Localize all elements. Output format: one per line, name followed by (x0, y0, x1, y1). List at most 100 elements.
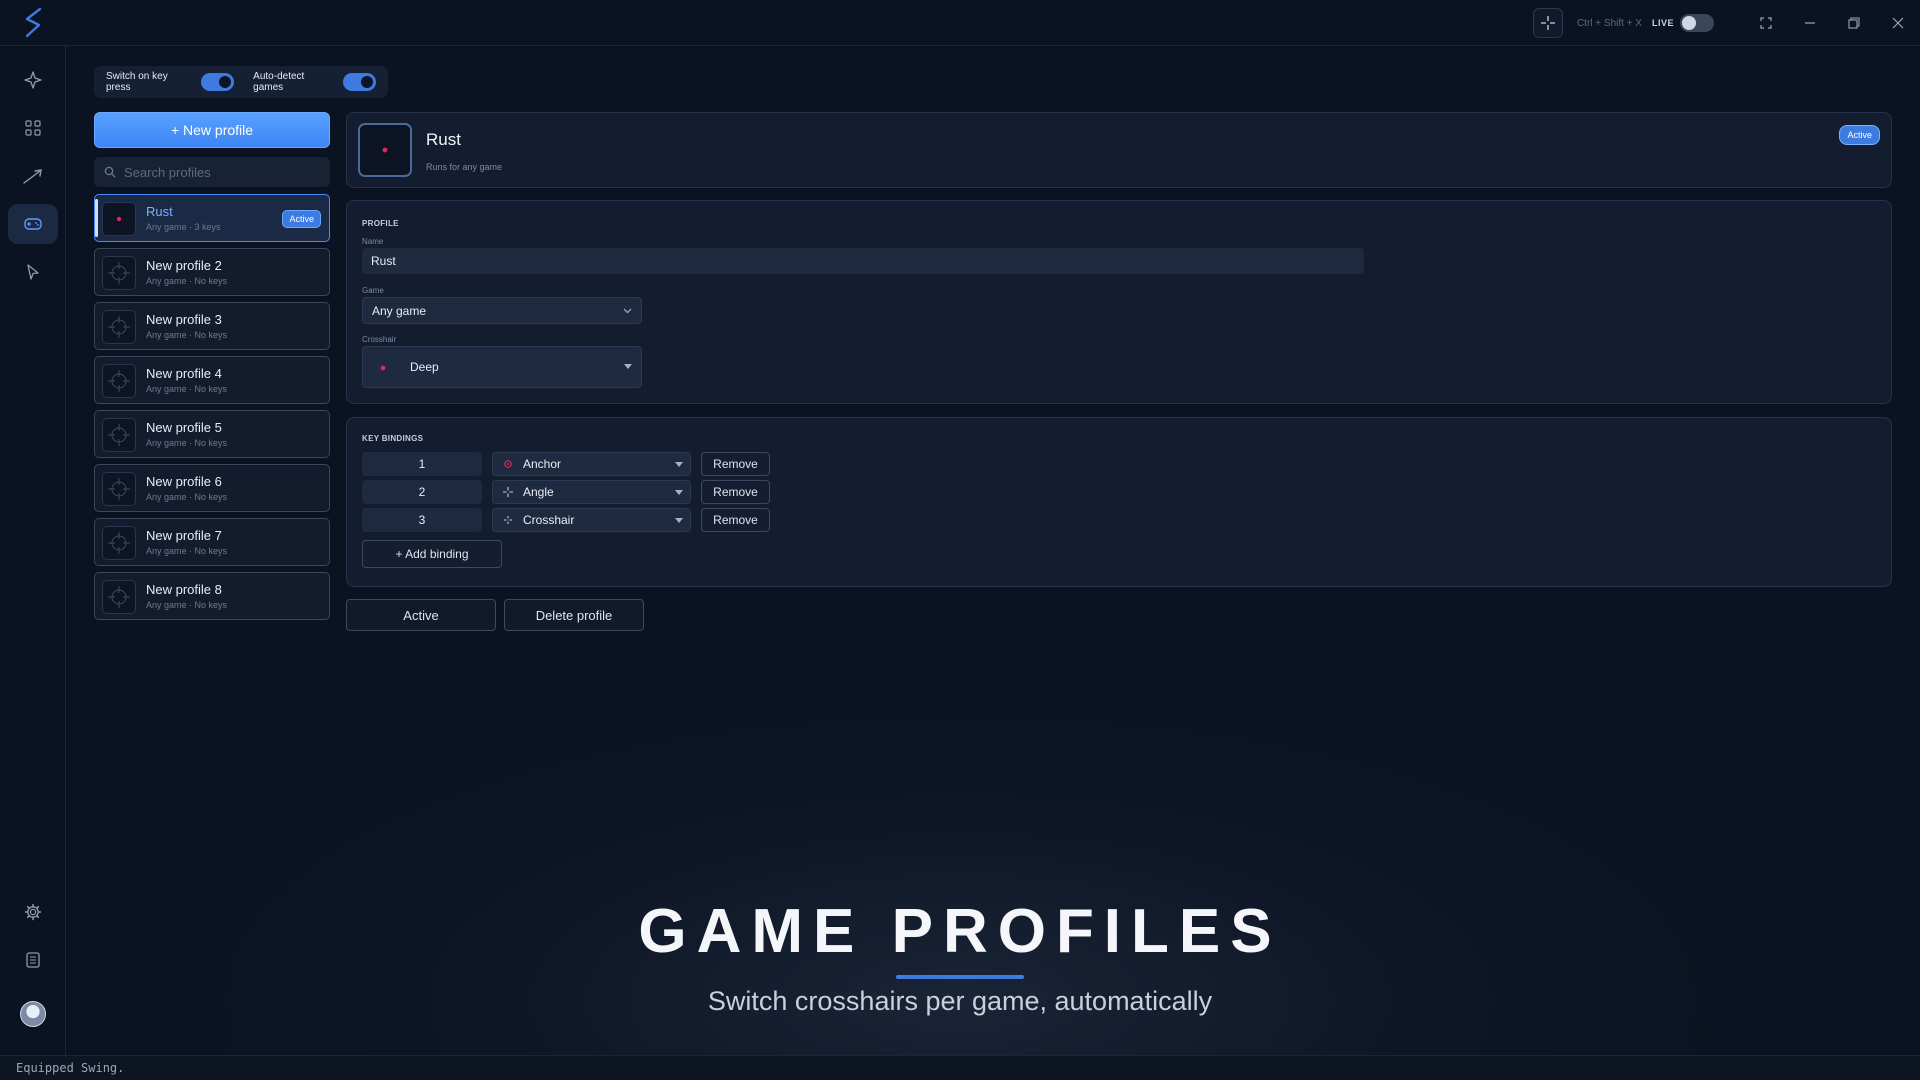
crosshair-placeholder-icon (102, 580, 136, 614)
live-toggle[interactable] (1680, 14, 1714, 32)
crosshair-placeholder-icon (102, 256, 136, 290)
anchor-crosshair-icon (504, 460, 512, 468)
remove-button[interactable]: Remove (701, 480, 770, 504)
name-field[interactable] (362, 248, 1364, 274)
chevron-down-icon (623, 308, 632, 313)
auto-detect-toggle[interactable] (342, 73, 376, 91)
binding-key[interactable]: 1 (362, 452, 482, 476)
grid-icon[interactable] (8, 108, 58, 148)
crosshair-placeholder-icon (102, 472, 136, 506)
profile-name: New profile 5 (146, 420, 222, 435)
search-input[interactable] (124, 164, 314, 180)
binding-crosshair-value: Crosshair (523, 513, 575, 527)
crosshair-placeholder-icon (102, 418, 136, 452)
binding-crosshair-select[interactable]: Anchor (492, 452, 691, 476)
crosshair-placeholder-icon (102, 526, 136, 560)
crosshair-select[interactable]: Deep (362, 346, 642, 388)
profile-meta: Any game · No keys (146, 276, 228, 286)
key-bindings-panel: KEY BINDINGS 1 Anchor Remove 2 Angle Rem… (346, 417, 1892, 587)
profile-meta: Any game · No keys (146, 492, 228, 502)
restore-icon[interactable] (1832, 0, 1876, 46)
remove-button[interactable]: Remove (701, 508, 770, 532)
hero-underline (896, 975, 1024, 979)
profile-meta: Any game · No keys (146, 330, 228, 340)
crosshair-dot-icon (380, 365, 386, 371)
profile-card[interactable]: New profile 8 Any game · No keys (94, 572, 330, 620)
gamepad-icon[interactable] (8, 204, 58, 244)
profile-settings-panel: PROFILE Name Game Any game Crosshair Dee… (346, 200, 1892, 404)
remove-button[interactable]: Remove (701, 452, 770, 476)
active-badge: Active (282, 210, 321, 228)
live-label: LIVE (1651, 18, 1674, 28)
search-box (94, 157, 330, 187)
name-label: Name (362, 237, 384, 246)
profile-meta: Any game · No keys (146, 384, 228, 394)
profile-card-rust[interactable]: Rust Any game · 3 keys Active (94, 194, 330, 242)
profile-list: Rust Any game · 3 keys Active New profil… (94, 194, 330, 626)
profile-meta: Any game · No keys (146, 438, 228, 448)
delete-profile-button[interactable]: Delete profile (504, 599, 644, 631)
profile-name: New profile 3 (146, 312, 222, 327)
status-bar: Equipped Swing. (0, 1055, 1920, 1080)
switch-on-key-toggle[interactable] (200, 73, 234, 91)
crosshair-icon[interactable] (1532, 8, 1563, 38)
hero-title: GAME PROFILES (638, 897, 1282, 966)
title-bar: Ctrl + Shift + X LIVE (0, 0, 1920, 46)
fullscreen-icon[interactable] (1744, 0, 1788, 46)
profile-name: New profile 7 (146, 528, 222, 543)
app-window: Ctrl + Shift + X LIVE Switch on key pres… (0, 0, 1920, 1080)
switch-on-key-label: Switch on key press (106, 71, 168, 93)
profile-meta: Any game · No keys (146, 600, 228, 610)
page-subtitle: Runs for any game (426, 162, 503, 172)
crosshair-icon (504, 516, 512, 524)
crosshair-label: Crosshair (362, 335, 397, 344)
sparkle-icon[interactable] (8, 60, 58, 100)
toggle-bar: Switch on key press Auto-detect games (94, 66, 388, 98)
section-label: KEY BINDINGS (362, 434, 424, 443)
hero-subtitle: Switch crosshairs per game, automaticall… (707, 986, 1213, 1016)
profile-card[interactable]: New profile 5 Any game · No keys (94, 410, 330, 458)
profile-card[interactable]: New profile 4 Any game · No keys (94, 356, 330, 404)
crosshair-preview (358, 123, 412, 177)
hotkey-text: Ctrl + Shift + X (1576, 17, 1642, 29)
binding-key[interactable]: 2 (362, 480, 482, 504)
binding-key[interactable]: 3 (362, 508, 482, 532)
profile-card[interactable]: New profile 7 Any game · No keys (94, 518, 330, 566)
close-icon[interactable] (1876, 0, 1920, 46)
crosshair-placeholder-icon (102, 310, 136, 344)
section-label: PROFILE (362, 219, 399, 228)
dropdown-arrow-icon (675, 490, 683, 495)
page-title: Rust (426, 130, 461, 149)
add-binding-button[interactable]: + Add binding (362, 540, 502, 568)
set-active-button[interactable]: Active (346, 599, 496, 631)
status-text: Equipped Swing. (16, 1061, 125, 1075)
profile-name: New profile 2 (146, 258, 222, 273)
cursor-icon[interactable] (8, 252, 58, 292)
profile-card[interactable]: New profile 2 Any game · No keys (94, 248, 330, 296)
profile-name: Rust (146, 204, 173, 219)
binding-crosshair-select[interactable]: Angle (492, 480, 691, 504)
profile-thumb (102, 202, 136, 236)
minimize-icon[interactable] (1788, 0, 1832, 46)
auto-detect-label: Auto-detect games (253, 71, 305, 93)
binding-crosshair-value: Angle (523, 485, 554, 499)
app-logo-icon (25, 7, 42, 38)
dropdown-arrow-icon (675, 462, 683, 467)
profile-card[interactable]: New profile 3 Any game · No keys (94, 302, 330, 350)
game-label: Game (362, 286, 384, 295)
dropdown-arrow-icon (675, 518, 683, 523)
angle-crosshair-icon (503, 487, 513, 497)
profile-header: Rust Runs for any game Active (346, 112, 1892, 188)
binding-crosshair-select[interactable]: Crosshair (492, 508, 691, 532)
new-profile-button[interactable]: + New profile (94, 112, 330, 148)
crosshair-select-value: Deep (410, 360, 439, 374)
status-badge: Active (1839, 125, 1880, 145)
search-icon (104, 166, 116, 178)
profile-name: New profile 4 (146, 366, 222, 381)
game-select[interactable]: Any game (362, 297, 642, 324)
brush-icon[interactable] (8, 156, 58, 196)
profile-card[interactable]: New profile 6 Any game · No keys (94, 464, 330, 512)
profile-name: New profile 8 (146, 582, 222, 597)
binding-crosshair-value: Anchor (523, 457, 562, 471)
dropdown-arrow-icon (624, 364, 632, 369)
